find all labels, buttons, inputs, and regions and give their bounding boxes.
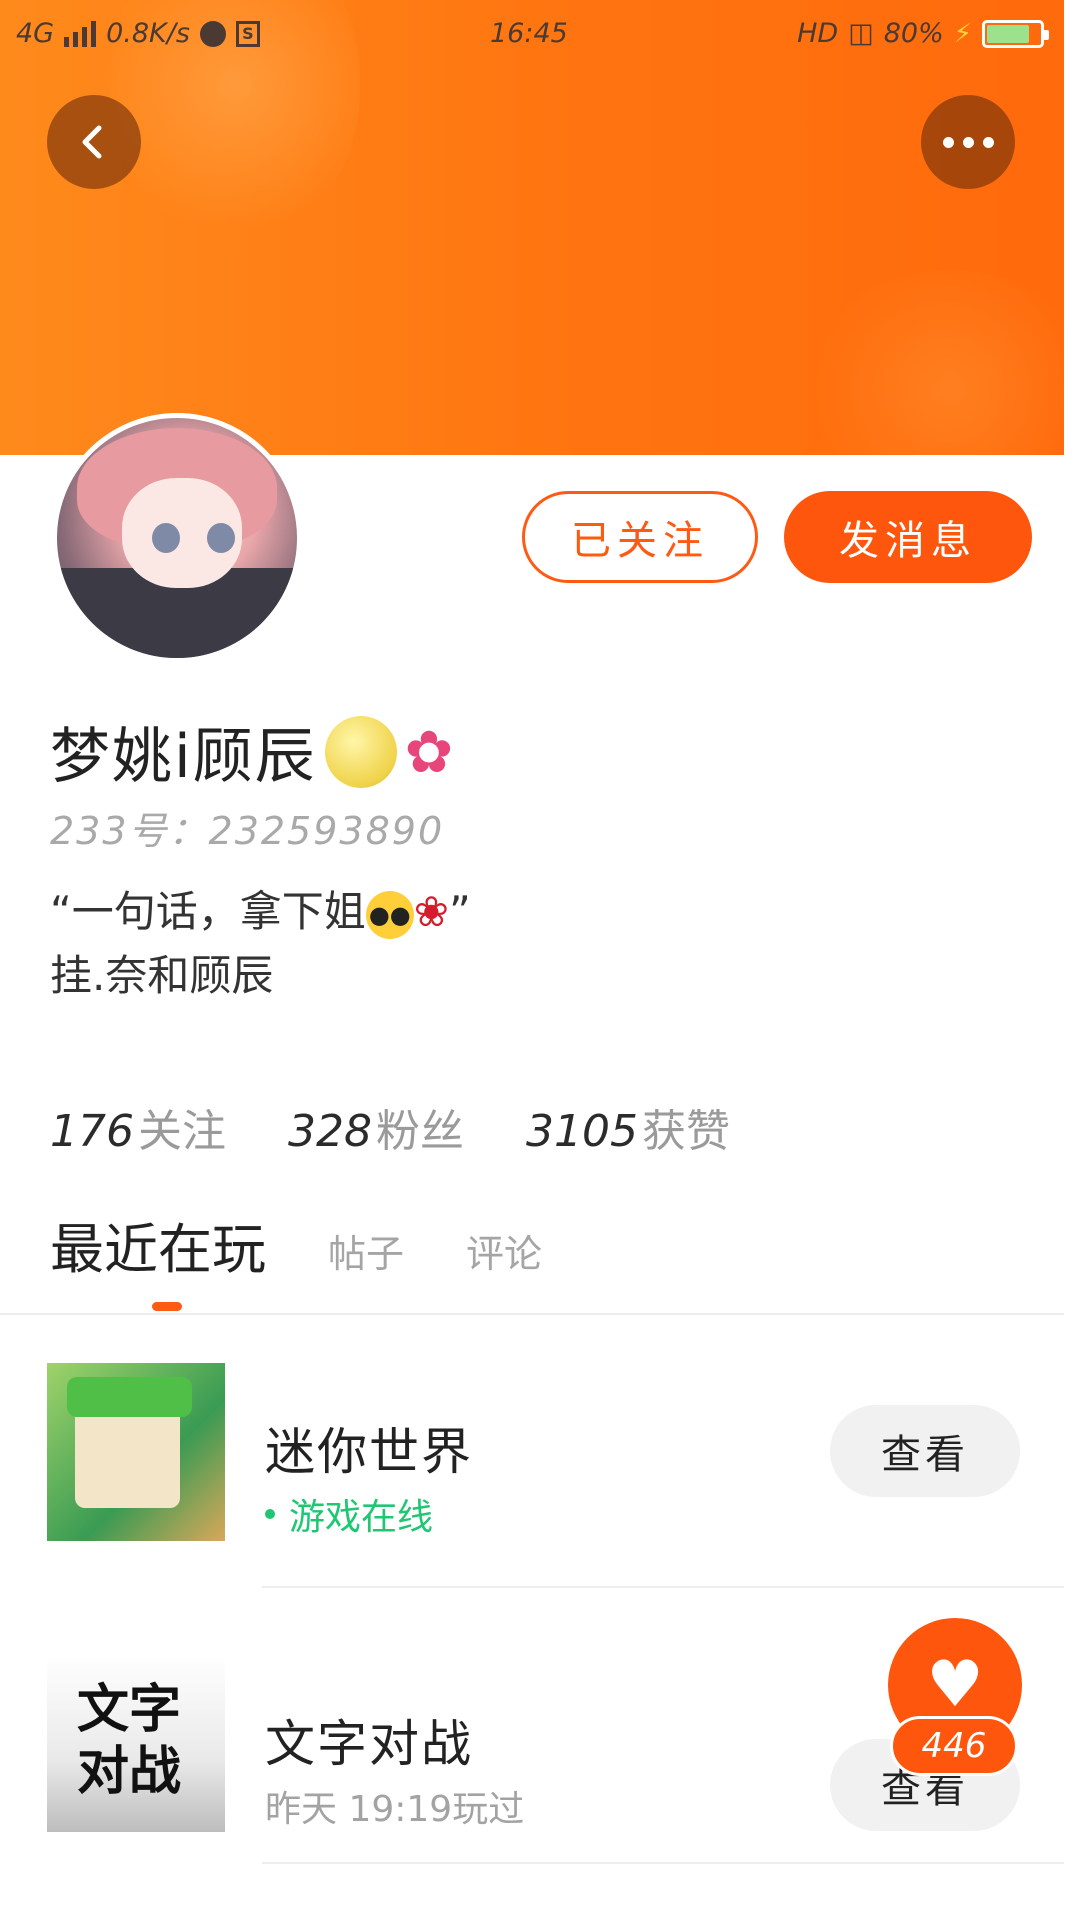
game-status: 游戏在线 — [265, 1488, 433, 1540]
stat-label: 关注 — [137, 1106, 226, 1157]
game-name: 迷你世界 — [265, 1423, 473, 1481]
game-thumbnail[interactable] — [47, 1363, 225, 1541]
planet-icon — [199, 20, 226, 47]
heart-icon: ♥ — [926, 1648, 984, 1722]
status-bar: 4G 0.8K/s S 16:45 HD ◫ 80% ⚡ — [0, 0, 1064, 72]
sunglasses-emoji-icon: ●● — [365, 890, 414, 939]
stat-likes[interactable]: 3105获赞 — [526, 1095, 730, 1159]
user-bio: “一句话，拿下姐 ●●❀” 挂.奈和顾辰 — [50, 880, 471, 1008]
send-message-button[interactable]: 发消息 — [784, 491, 1032, 583]
stat-value: 328 — [287, 1106, 372, 1157]
tab-comments[interactable]: 评论 — [466, 1223, 542, 1284]
charging-icon: ⚡ — [953, 18, 972, 49]
tulip-emoji-icon: ✿ — [404, 717, 454, 786]
battery-icon — [982, 19, 1049, 48]
hd-label: HD — [797, 18, 839, 49]
profile-tabs: 最近在玩 帖子 评论 — [50, 1205, 542, 1284]
avatar[interactable] — [52, 413, 302, 663]
followed-button[interactable]: 已关注 — [522, 491, 758, 583]
tab-posts[interactable]: 帖子 — [328, 1223, 404, 1284]
profile-banner: 4G 0.8K/s S 16:45 HD ◫ 80% ⚡ — [0, 0, 1064, 455]
like-count: 446 — [890, 1716, 1018, 1776]
tab-recently-played[interactable]: 最近在玩 — [50, 1205, 266, 1284]
more-button[interactable] — [921, 95, 1015, 189]
game-thumbnail[interactable]: 文字对战 — [47, 1654, 225, 1832]
rose-emoji-icon: ❀ — [413, 887, 449, 936]
view-game-button[interactable]: 查看 — [830, 1405, 1020, 1497]
stat-label: 获赞 — [641, 1106, 730, 1157]
chevron-left-icon — [82, 125, 102, 159]
profile-stats: 176关注 328粉丝 3105获赞 — [50, 1095, 730, 1159]
user-name: 梦姚i顾辰 — [50, 722, 317, 792]
stat-label: 粉丝 — [375, 1106, 464, 1157]
online-dot-icon — [265, 1509, 275, 1519]
more-dots-icon — [942, 136, 994, 148]
stat-followers[interactable]: 328粉丝 — [288, 1095, 464, 1159]
stat-value: 3105 — [525, 1106, 638, 1157]
clock: 16:45 — [490, 18, 568, 49]
divider — [262, 1862, 1064, 1864]
user-id: 233号：232593890 — [50, 809, 445, 853]
app-notification-icon: S — [235, 20, 260, 47]
stat-following[interactable]: 176关注 — [50, 1095, 226, 1159]
network-speed: 0.8K/s — [106, 18, 190, 49]
active-tab-indicator — [152, 1302, 182, 1311]
battery-percent: 80% — [883, 18, 944, 49]
game-name: 文字对战 — [265, 1715, 473, 1773]
wifi-icon: ◫ — [848, 18, 874, 49]
bio-quote-end: ” — [448, 887, 471, 936]
game-status-text: 游戏在线 — [289, 1497, 434, 1538]
divider — [262, 1586, 1064, 1588]
game-thumbnail-text: 文字对战 — [77, 1679, 182, 1802]
bio-text: “一句话，拿下姐 — [50, 887, 366, 936]
network-label: 4G — [16, 18, 55, 49]
divider — [0, 1313, 1064, 1315]
signal-icon — [64, 20, 97, 47]
profile-name-row: 梦姚i顾辰 ✿ — [50, 708, 453, 795]
list-item[interactable]: 迷你世界 游戏在线 查看 — [0, 1340, 1064, 1570]
game-status-text: 昨天 19:19玩过 — [265, 1789, 525, 1830]
back-button[interactable] — [47, 95, 141, 189]
banner-decoration — [800, 270, 1064, 455]
moon-face-emoji-icon — [324, 715, 397, 788]
stat-value: 176 — [50, 1106, 134, 1157]
bio-line-2: 挂.奈和顾辰 — [50, 951, 274, 1000]
